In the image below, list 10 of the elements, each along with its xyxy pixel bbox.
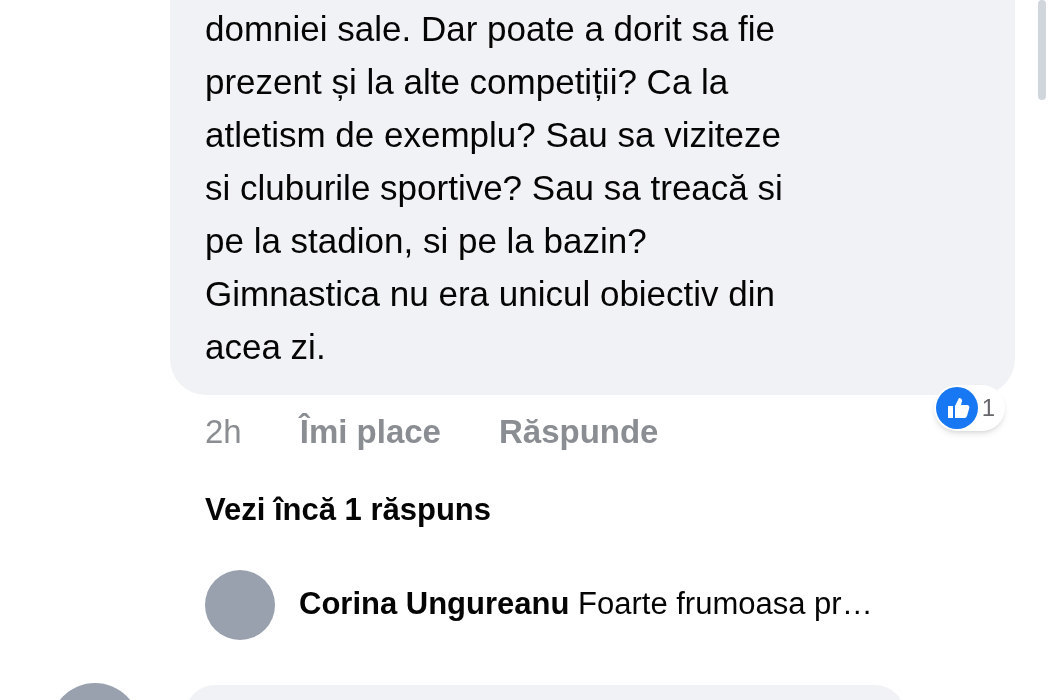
reaction-badge[interactable]: 1 [933,385,1005,431]
like-link[interactable]: Îmi place [299,407,441,457]
timestamp: 2h [205,412,242,453]
reply-link[interactable]: Răspunde [498,407,659,457]
comment-text: domniei sale. Dar poate a dorit sa fie prezent și la alte competiții? Ca la atletism de exemplu? Sau sa viziteze si cluburile sportive? Sau sa treacă si pe la stadion, si pe la bazin? Gimnastica nu era unicul obiectiv din acea zi. [205,8,784,368]
reply-preview[interactable]: Corina Ungureanu Foarte frumoasa pr… [299,581,873,628]
thumbs-up-icon [935,387,978,429]
scrollbar[interactable] [1038,0,1046,100]
reaction-count: 1 [981,393,995,423]
more-replies-link[interactable]: Vezi încă 1 răspuns [170,487,1015,534]
